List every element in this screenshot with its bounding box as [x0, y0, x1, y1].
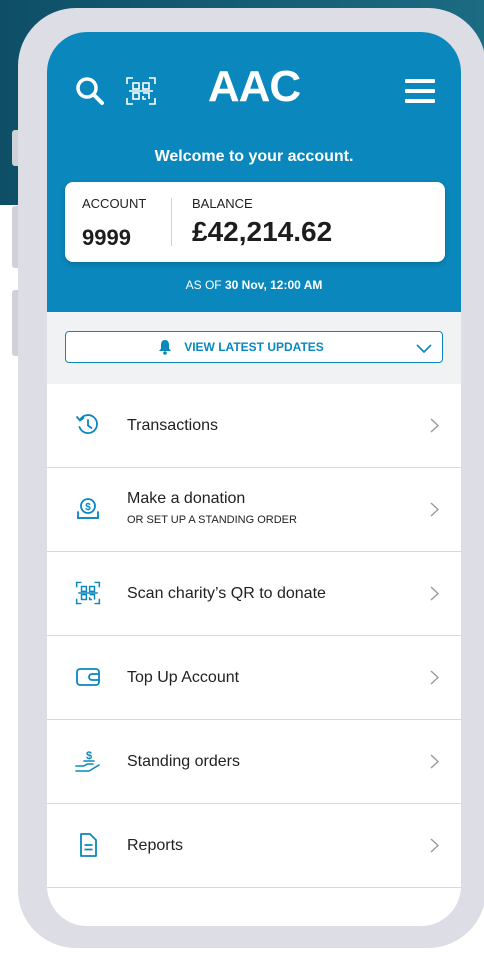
chevron-right-icon [430, 838, 440, 858]
menu-item-label: Make a donation [127, 490, 246, 507]
menu-item-standing-orders[interactable]: $ Standing orders [47, 720, 461, 804]
menu-icon[interactable] [405, 79, 435, 108]
account-summary-card: ACCOUNT 9999 BALANCE £42,214.62 [65, 182, 445, 262]
account-header: AAC Welcome to your account. ACCOUNT 999… [47, 32, 461, 312]
chevron-right-icon [430, 670, 440, 690]
balance-value: £42,214.62 [192, 216, 333, 247]
account-menu-list: Transactions $ Make a donation OR SET UP… [47, 384, 461, 888]
updates-label: VIEW LATEST UPDATES [184, 340, 324, 354]
menu-item-label: Top Up Account [127, 669, 240, 686]
menu-item-transactions[interactable]: Transactions [47, 384, 461, 468]
menu-item-label: Scan charity’s QR to donate [127, 585, 326, 602]
menu-item-sublabel: OR SET UP A STANDING ORDER [127, 514, 297, 526]
menu-item-label: Transactions [127, 417, 218, 434]
history-icon [75, 412, 101, 438]
updates-section: VIEW LATEST UPDATES [47, 312, 461, 384]
chevron-right-icon [430, 502, 440, 522]
balance-timestamp: AS OF 30 Nov, 12:00 AM [47, 278, 461, 292]
menu-item-reports[interactable]: Reports [47, 804, 461, 888]
donation-icon: $ [75, 496, 101, 522]
app-logo: AAC [207, 62, 301, 111]
card-divider [171, 198, 172, 246]
account-number: 9999 [82, 225, 131, 250]
as-of-value: 30 Nov, 12:00 AM [224, 278, 323, 292]
chevron-right-icon [430, 754, 440, 774]
document-icon [75, 832, 101, 858]
menu-item-scan-qr[interactable]: Scan charity’s QR to donate [47, 552, 461, 636]
as-of-prefix: AS OF [185, 278, 222, 292]
menu-item-top-up[interactable]: Top Up Account [47, 636, 461, 720]
wallet-icon [75, 664, 101, 690]
phone-screen: AAC Welcome to your account. ACCOUNT 999… [47, 32, 461, 926]
view-latest-updates-button[interactable]: VIEW LATEST UPDATES [65, 331, 443, 363]
chevron-right-icon [430, 418, 440, 438]
menu-item-make-donation[interactable]: $ Make a donation OR SET UP A STANDING O… [47, 468, 461, 552]
svg-text:$: $ [85, 502, 91, 513]
chevron-down-icon [416, 341, 432, 359]
menu-item-label: Reports [127, 837, 184, 854]
balance-label: BALANCE [192, 196, 253, 211]
menu-item-label: Standing orders [127, 753, 240, 770]
qr-code-icon [75, 580, 101, 606]
hand-money-icon: $ [75, 748, 101, 774]
welcome-text: Welcome to your account. [154, 148, 354, 165]
account-label: ACCOUNT [82, 196, 147, 211]
chevron-right-icon [430, 586, 440, 606]
